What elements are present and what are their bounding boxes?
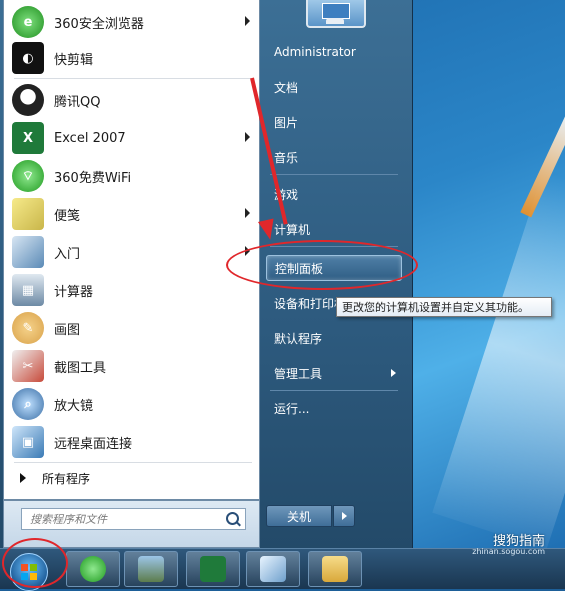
taskbar-explorer[interactable]: [308, 551, 362, 587]
all-programs-label: 所有程序: [42, 471, 91, 486]
annotation-circle-start-button: [2, 538, 68, 588]
submenu-arrow-icon: [245, 16, 250, 26]
program-label: 入门: [54, 246, 81, 262]
submenu-arrow-icon: [245, 132, 250, 142]
program-label: 画图: [54, 322, 81, 338]
triangle-right-icon: [20, 473, 26, 483]
program-item[interactable]: 便笺: [10, 196, 254, 232]
right-separator: [270, 174, 398, 175]
shutdown-options-button[interactable]: [333, 505, 355, 527]
programs-panel: e 360安全浏览器 ◐ 快剪辑 腾讯QQ X Excel 2007 ⌔ 360…: [3, 0, 260, 500]
wifi-icon: ⌔: [12, 160, 44, 192]
qq-penguin-icon: [12, 84, 44, 116]
search-placeholder: 搜索程序和文件: [30, 513, 107, 526]
program-label: 腾讯QQ: [54, 94, 101, 110]
program-label: 快剪辑: [54, 52, 94, 68]
right-item-label: 管理工具: [274, 366, 323, 381]
right-item-label: 音乐: [274, 150, 299, 165]
right-item-label: Administrator: [274, 45, 356, 59]
360-browser-icon: e: [12, 6, 44, 38]
taskbar-excel[interactable]: [186, 551, 240, 587]
program-label: Excel 2007: [54, 130, 126, 146]
separator: [14, 78, 252, 79]
calculator-icon: ▦: [12, 274, 44, 306]
right-item-pictures[interactable]: 图片: [266, 109, 402, 135]
program-item[interactable]: e 360安全浏览器: [10, 4, 254, 40]
tooltip-text: 更改您的计算机设置并自定义其功能。: [342, 301, 529, 314]
snipping-tool-icon: ✂: [12, 350, 44, 382]
monitor-stand-icon: [326, 18, 344, 24]
program-item[interactable]: X Excel 2007: [10, 120, 254, 156]
program-item[interactable]: 入门: [10, 234, 254, 270]
program-item[interactable]: ✂ 截图工具: [10, 348, 254, 384]
right-item-label: 文档: [274, 80, 299, 95]
program-item[interactable]: ⌕ 放大镜: [10, 386, 254, 422]
program-item[interactable]: ◐ 快剪辑: [10, 40, 254, 76]
program-item[interactable]: ⌔ 360免费WiFi: [10, 158, 254, 194]
taskbar-360-browser[interactable]: [66, 551, 120, 587]
paint-icon: ✎: [12, 312, 44, 344]
wallpaper-light-streak: [432, 170, 565, 550]
watermark-url: zhinan.sogou.com: [472, 547, 545, 556]
submenu-arrow-icon: [391, 369, 396, 377]
all-programs-button[interactable]: 所有程序: [10, 466, 254, 490]
360-browser-icon: [80, 556, 106, 582]
right-item-default-programs[interactable]: 默认程序: [266, 325, 402, 351]
search-input[interactable]: 搜索程序和文件: [21, 508, 246, 530]
program-label: 计算器: [54, 284, 94, 300]
right-item-label: 运行...: [274, 401, 310, 416]
program-item[interactable]: 腾讯QQ: [10, 82, 254, 118]
program-item[interactable]: ▣ 远程桌面连接: [10, 424, 254, 460]
submenu-arrow-icon: [245, 208, 250, 218]
right-item-label: 计算机: [274, 222, 311, 237]
right-separator: [270, 390, 398, 391]
program-item[interactable]: ✎ 画图: [10, 310, 254, 346]
kuaijianji-icon: ◐: [12, 42, 44, 74]
excel-icon: X: [12, 122, 44, 154]
search-icon[interactable]: [226, 512, 239, 525]
right-item-label: 图片: [274, 115, 299, 130]
right-item-admin-tools[interactable]: 管理工具: [266, 360, 402, 386]
program-label: 放大镜: [54, 398, 94, 414]
program-label: 便笺: [54, 208, 81, 224]
right-item-games[interactable]: 游戏: [266, 181, 402, 207]
taskbar-notepad[interactable]: [246, 551, 300, 587]
right-item-music[interactable]: 音乐: [266, 144, 402, 170]
shutdown-button[interactable]: 关机: [266, 505, 332, 527]
remote-desktop-icon: ▣: [12, 426, 44, 458]
user-picture[interactable]: [306, 0, 366, 28]
control-panel-tooltip: 更改您的计算机设置并自定义其功能。: [336, 297, 552, 317]
sticky-notes-icon: [12, 198, 44, 230]
magnifier-icon: ⌕: [12, 388, 44, 420]
program-label: 截图工具: [54, 360, 107, 376]
program-label: 360安全浏览器: [54, 16, 144, 32]
notepad-icon: [260, 556, 286, 582]
folder-icon: [322, 556, 348, 582]
program-label: 远程桌面连接: [54, 436, 133, 452]
right-item-documents[interactable]: 文档: [266, 74, 402, 100]
right-item-administrator[interactable]: Administrator: [266, 39, 402, 65]
separator: [14, 462, 252, 463]
monitor-icon: [322, 3, 350, 19]
program-item[interactable]: ▦ 计算器: [10, 272, 254, 308]
right-item-run[interactable]: 运行...: [266, 395, 402, 421]
taskbar-photo[interactable]: [124, 551, 178, 587]
program-label: 360免费WiFi: [54, 170, 132, 186]
shutdown-label: 关机: [286, 509, 311, 524]
annotation-circle-control-panel: [226, 240, 418, 290]
right-item-label: 默认程序: [274, 331, 323, 346]
photo-icon: [138, 556, 164, 582]
getting-started-icon: [12, 236, 44, 268]
excel-icon: [200, 556, 226, 582]
